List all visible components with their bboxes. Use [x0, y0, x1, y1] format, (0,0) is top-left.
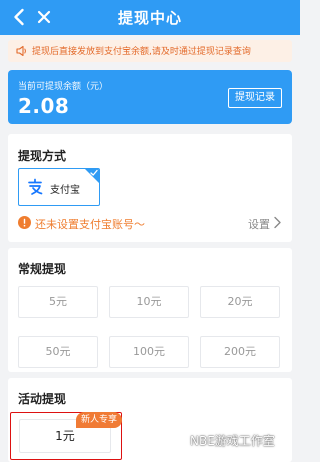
check-icon [90, 169, 98, 176]
amount-option-20[interactable]: 20元 [200, 286, 280, 318]
method-title: 提现方式 [18, 149, 67, 163]
withdraw-method-section: 提现方式 支付宝 还未设置支付宝账号～ 设置 [8, 134, 292, 242]
balance-amount: 2.08 [18, 94, 70, 118]
notice-banner: 提现后直接发放到支付宝余额,请及时通过提现记录查询 [8, 40, 292, 62]
amount-option-100[interactable]: 100元 [109, 336, 189, 368]
header-bar: 提现中心 [0, 0, 300, 35]
amount-option-50[interactable]: 50元 [18, 336, 98, 368]
activity-title: 活动提现 [18, 392, 67, 406]
activity-withdraw-section: 活动提现 1元 新人专享 [8, 378, 292, 462]
alipay-warning-text: 还未设置支付宝账号～ [35, 218, 145, 231]
amount-option-5[interactable]: 5元 [18, 286, 98, 318]
amount-option-10[interactable]: 10元 [109, 286, 189, 318]
warning-icon [18, 216, 31, 229]
amount-option-200[interactable]: 200元 [200, 336, 280, 368]
notice-text: 提现后直接发放到支付宝余额,请及时通过提现记录查询 [32, 47, 251, 57]
page-title: 提现中心 [117, 9, 182, 27]
balance-label: 当前可提现余额（元） [18, 82, 109, 92]
newcomer-badge: 新人专享 [76, 412, 123, 428]
balance-card: 当前可提现余额（元） 2.08 提现记录 [8, 70, 292, 124]
alipay-option[interactable]: 支付宝 [18, 168, 100, 206]
setting-link[interactable]: 设置 [248, 216, 270, 232]
withdraw-record-button[interactable]: 提现记录 [228, 88, 282, 108]
alipay-option-label: 支付宝 [50, 185, 80, 196]
alipay-setup-row[interactable]: 还未设置支付宝账号～ 设置 [18, 214, 282, 232]
regular-withdraw-section: 常规提现 5元 10元 20元 50元 100元 200元 [8, 248, 292, 372]
watermark-text: NBE游戏工作室 [190, 434, 275, 448]
alipay-icon [25, 177, 45, 197]
chevron-right-icon [274, 216, 281, 229]
wechat-icon [168, 432, 186, 447]
speaker-icon [16, 45, 26, 57]
regular-title: 常规提现 [18, 262, 67, 276]
